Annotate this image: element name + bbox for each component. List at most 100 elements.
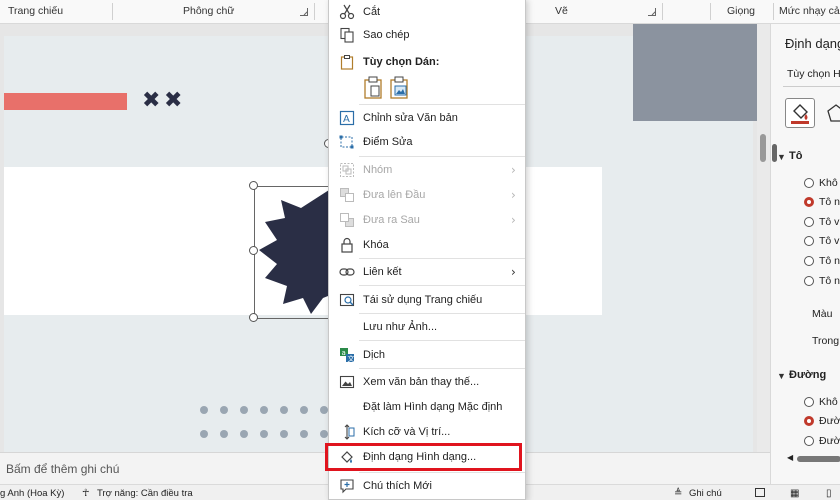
menu-item-bring-forward[interactable]: Đưa lên Đầu › xyxy=(329,184,525,208)
normal-view-icon[interactable] xyxy=(755,488,765,497)
line-section-header[interactable]: Đường xyxy=(789,369,826,381)
chevron-right-icon: › xyxy=(511,265,516,279)
group-icon xyxy=(340,163,354,177)
menu-item-size-position[interactable]: Kích cỡ và Vị trí... xyxy=(329,421,525,445)
menu-item-translate[interactable]: a 文 Dịch xyxy=(329,344,525,368)
resize-handle[interactable] xyxy=(249,246,258,255)
menu-item-set-default-shape[interactable]: Đặt làm Hình dạng Mặc định xyxy=(329,396,525,420)
fill-radio[interactable] xyxy=(804,256,814,266)
resize-handle[interactable] xyxy=(249,313,258,322)
send-backward-icon xyxy=(340,213,354,227)
powerpoint-window: Trang chiếu Phông chữ Vẽ Giọng Mức nhạy … xyxy=(0,0,840,500)
menu-label-send-backward: Đưa ra Sau xyxy=(363,214,420,226)
slide-sorter-icon[interactable]: ▦ xyxy=(790,488,799,499)
ribbon-group-font[interactable]: Phông chữ xyxy=(183,5,234,17)
notes-button[interactable]: Ghi chú xyxy=(689,488,722,499)
language-status[interactable]: g Anh (Hoa Kỳ) xyxy=(0,488,64,499)
resize-handle[interactable] xyxy=(249,181,258,190)
comment-icon xyxy=(340,479,354,494)
menu-item-cut[interactable]: Cắt xyxy=(329,1,525,25)
menu-label-size-position: Kích cỡ và Vị trí... xyxy=(363,426,451,438)
paste-options-row: Tùy chọn Dán: xyxy=(329,51,525,71)
scroll-left-icon[interactable]: ◀ xyxy=(787,453,793,462)
fill-radio[interactable] xyxy=(804,276,814,286)
chevron-right-icon: › xyxy=(511,188,516,202)
line-option-label: Đườ xyxy=(819,435,840,447)
dot-mark xyxy=(280,430,288,438)
notes-icon[interactable]: ≜ xyxy=(674,488,682,499)
color-label: Màu xyxy=(812,308,833,320)
ribbon-group-slides[interactable]: Trang chiếu xyxy=(8,5,63,17)
menu-item-edit-points[interactable]: Điểm Sửa xyxy=(329,131,525,155)
line-radio[interactable] xyxy=(804,397,814,407)
menu-separator xyxy=(359,368,525,369)
menu-item-view-alt-text[interactable]: Xem văn bản thay thế... xyxy=(329,371,525,395)
fill-option-label: Tô v xyxy=(819,235,840,247)
dot-mark xyxy=(240,430,248,438)
menu-label-reuse-slides: Tái sử dụng Trang chiếu xyxy=(363,294,483,306)
slide-vertical-scrollbar[interactable] xyxy=(757,24,770,452)
x-mark-icon[interactable]: ✖ xyxy=(164,88,182,113)
paste-keep-format-icon[interactable] xyxy=(363,75,383,99)
menu-item-lock[interactable]: Khóa xyxy=(329,234,525,258)
ribbon-group-sensitivity[interactable]: Mức nhạy cảm xyxy=(779,5,840,17)
fill-section-header[interactable]: Tô xyxy=(789,150,802,162)
menu-item-new-comment[interactable]: Chú thích Mới xyxy=(329,475,525,499)
fill-option-label: Tô n xyxy=(819,255,840,267)
ribbon-group-draw[interactable]: Vẽ xyxy=(555,5,568,17)
accessibility-icon[interactable]: ☥ xyxy=(82,488,89,499)
menu-item-copy[interactable]: Sao chép xyxy=(329,24,525,48)
dot-mark xyxy=(300,430,308,438)
fill-radio[interactable] xyxy=(804,217,814,227)
ribbon-group-voice[interactable]: Giọng xyxy=(727,5,755,17)
fill-radio-selected[interactable] xyxy=(804,197,814,207)
pane-scrollbar[interactable] xyxy=(771,144,779,484)
link-icon xyxy=(339,268,355,276)
menu-item-edit-text[interactable]: A Chỉnh sửa Văn bản xyxy=(329,107,525,131)
dot-pattern[interactable] xyxy=(200,406,340,446)
dot-mark xyxy=(240,406,248,414)
font-dialog-launcher-icon[interactable] xyxy=(300,8,308,16)
chevron-right-icon: › xyxy=(511,163,516,177)
scrollbar-thumb[interactable] xyxy=(760,134,766,162)
menu-item-link[interactable]: Liên kết › xyxy=(329,261,525,285)
menu-label-link: Liên kết xyxy=(363,266,402,278)
dot-mark xyxy=(320,430,328,438)
paste-picture-icon[interactable] xyxy=(389,75,409,99)
menu-item-send-backward[interactable]: Đưa ra Sau › xyxy=(329,209,525,233)
accessibility-status[interactable]: Trợ năng: Cần điều tra xyxy=(97,488,193,499)
menu-separator xyxy=(359,258,525,259)
dot-mark xyxy=(220,430,228,438)
reading-view-icon[interactable]: ▯ xyxy=(826,488,832,499)
coral-bar-shape[interactable] xyxy=(4,93,127,110)
svg-text:a: a xyxy=(342,349,346,357)
menu-item-reuse-slides[interactable]: Tái sử dụng Trang chiếu xyxy=(329,289,525,313)
x-mark-icon[interactable]: ✖ xyxy=(142,88,160,113)
chevron-right-icon: › xyxy=(511,213,516,227)
menu-label-set-default-shape: Đặt làm Hình dạng Mặc định xyxy=(363,401,503,413)
size-position-icon xyxy=(344,424,355,440)
notes-placeholder[interactable]: Bấm để thêm ghi chú xyxy=(6,462,119,476)
menu-separator xyxy=(359,340,525,341)
line-radio-selected[interactable] xyxy=(804,416,814,426)
fill-radio[interactable] xyxy=(804,236,814,246)
fill-radio[interactable] xyxy=(804,178,814,188)
chevron-down-icon[interactable]: ▼ xyxy=(777,371,786,381)
tab-shape-options[interactable]: Tùy chọn Hình xyxy=(787,68,840,80)
menu-label-lock: Khóa xyxy=(363,239,389,251)
svg-text:A: A xyxy=(343,114,350,125)
paste-options-header: Tùy chọn Dán: xyxy=(363,56,440,68)
menu-item-group[interactable]: Nhóm › xyxy=(329,159,525,183)
fill-line-button[interactable] xyxy=(785,98,815,128)
line-radio[interactable] xyxy=(804,436,814,446)
menu-item-save-as-picture[interactable]: Lưu như Ảnh... xyxy=(329,316,525,340)
slate-rectangle-shape[interactable] xyxy=(633,24,757,121)
effects-button[interactable] xyxy=(826,102,840,126)
chevron-down-icon[interactable]: ▼ xyxy=(777,152,786,162)
dot-mark xyxy=(280,406,288,414)
line-option-label: Đườ xyxy=(819,415,840,427)
draw-dialog-launcher-icon[interactable] xyxy=(648,8,656,16)
pane-horizontal-scrollbar-thumb[interactable] xyxy=(797,456,840,462)
menu-separator xyxy=(359,313,525,314)
menu-label-view-alt-text: Xem văn bản thay thế... xyxy=(363,376,480,388)
